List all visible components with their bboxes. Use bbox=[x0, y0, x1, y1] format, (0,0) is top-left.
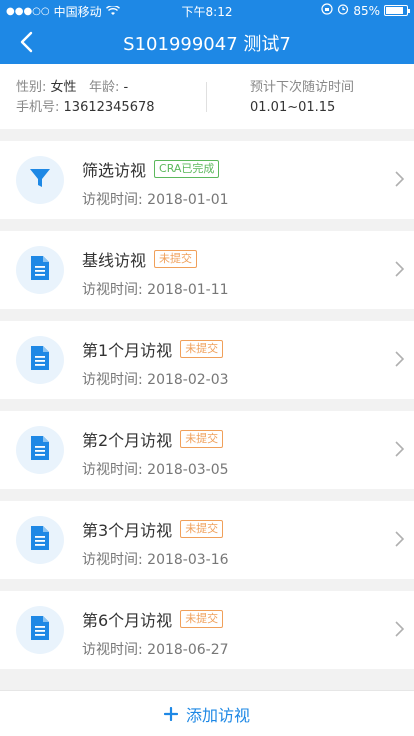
visit-card[interactable]: 第6个月访视 未提交访视时间: 2018-06-27 bbox=[0, 591, 414, 669]
visit-title: 第2个月访视 bbox=[82, 431, 173, 450]
visit-time: 2018-03-05 bbox=[147, 462, 229, 478]
status-bar: ●●●○○ 中国移动 下午8:12 85% bbox=[0, 0, 414, 20]
age-label: 年龄: bbox=[88, 80, 120, 95]
document-icon-circle bbox=[16, 246, 64, 294]
visit-time-row: 访视时间: 2018-03-05 bbox=[82, 459, 229, 479]
visit-title-row: 第2个月访视 未提交 bbox=[82, 427, 224, 451]
visit-card[interactable]: 筛选访视 CRA已完成 访视时间: 2018-01-01 bbox=[0, 141, 414, 219]
patient-info: 性别: 女性 年龄: - 手机号: 13612345678 预计下次随访时间 0… bbox=[0, 64, 414, 129]
document-icon bbox=[29, 255, 51, 285]
document-icon-circle bbox=[16, 516, 64, 564]
visit-time-label: 访视时间: bbox=[82, 372, 143, 388]
visit-time-row: 访视时间: 2018-01-01 bbox=[82, 189, 229, 209]
visit-title: 第1个月访视 bbox=[82, 341, 173, 360]
visit-title-row: 筛选访视 CRA已完成 bbox=[82, 157, 220, 181]
status-badge: CRA已完成 bbox=[154, 160, 220, 178]
gender-value: 女性 bbox=[50, 80, 77, 95]
visit-time-row: 访视时间: 2018-06-27 bbox=[82, 639, 229, 659]
visit-time-label: 访视时间: bbox=[82, 552, 143, 568]
divider bbox=[206, 82, 207, 112]
visit-list: 筛选访视 CRA已完成 访视时间: 2018-01-01 基线访视 未提交 访视时间: 2… bbox=[0, 141, 414, 681]
visit-title: 第3个月访视 bbox=[82, 521, 173, 540]
next-visit-label: 预计下次随访时间 bbox=[250, 80, 355, 95]
visit-title: 第6个月访视 bbox=[82, 611, 173, 630]
visit-time-label: 访视时间: bbox=[82, 642, 143, 658]
visit-title-row: 第6个月访视 未提交 bbox=[82, 607, 224, 631]
visit-time-row: 访视时间: 2018-03-16 bbox=[82, 549, 229, 569]
status-badge: 未提交 bbox=[154, 250, 198, 268]
chevron-right-icon bbox=[395, 351, 405, 371]
visit-time-row: 访视时间: 2018-01-11 bbox=[82, 279, 229, 299]
plus-icon bbox=[163, 706, 178, 721]
visit-title-row: 第3个月访视 未提交 bbox=[82, 517, 224, 541]
battery-percent: 85% bbox=[353, 3, 380, 18]
alarm-icon bbox=[337, 3, 349, 18]
status-badge: 未提交 bbox=[180, 340, 224, 358]
next-visit-value: 01.01~01.15 bbox=[250, 100, 336, 115]
visit-card[interactable]: 第2个月访视 未提交访视时间: 2018-03-05 bbox=[0, 411, 414, 489]
chevron-right-icon bbox=[395, 621, 405, 641]
orientation-lock-icon bbox=[321, 3, 333, 18]
chevron-right-icon bbox=[395, 531, 405, 551]
document-icon bbox=[29, 435, 51, 465]
document-icon bbox=[29, 525, 51, 555]
phone-label: 手机号: bbox=[16, 100, 60, 115]
status-right: 85% bbox=[321, 3, 410, 18]
document-icon-circle bbox=[16, 336, 64, 384]
filter-icon-circle bbox=[16, 156, 64, 204]
nav-bar: S101999047 测试7 bbox=[0, 20, 414, 64]
visit-card[interactable]: 基线访视 未提交 访视时间: 2018-01-11 bbox=[0, 231, 414, 309]
add-visit-button[interactable]: 添加访视 bbox=[0, 690, 414, 736]
patient-basic: 性别: 女性 年龄: - 手机号: 13612345678 bbox=[16, 78, 155, 118]
visit-time: 2018-01-11 bbox=[147, 282, 229, 298]
visit-title: 基线访视 bbox=[82, 251, 147, 270]
visit-time: 2018-02-03 bbox=[147, 372, 229, 388]
visit-title-row: 基线访视 未提交 bbox=[82, 247, 198, 271]
status-badge: 未提交 bbox=[180, 610, 224, 628]
visit-card[interactable]: 第3个月访视 未提交访视时间: 2018-03-16 bbox=[0, 501, 414, 579]
document-icon bbox=[29, 345, 51, 375]
gender-label: 性别: bbox=[16, 80, 47, 95]
add-visit-label: 添加访视 bbox=[185, 705, 250, 725]
document-icon-circle bbox=[16, 606, 64, 654]
visit-time-label: 访视时间: bbox=[82, 462, 143, 478]
status-badge: 未提交 bbox=[180, 520, 224, 538]
age-value: - bbox=[123, 80, 129, 95]
chevron-right-icon bbox=[395, 261, 405, 281]
document-icon-circle bbox=[16, 426, 64, 474]
visit-time-row: 访视时间: 2018-02-03 bbox=[82, 369, 229, 389]
battery-icon bbox=[384, 5, 410, 16]
visit-time: 2018-06-27 bbox=[147, 642, 229, 658]
visit-title: 筛选访视 bbox=[82, 161, 147, 180]
filter-icon bbox=[28, 166, 52, 194]
chevron-right-icon bbox=[395, 441, 405, 461]
visit-time: 2018-01-01 bbox=[147, 192, 229, 208]
chevron-right-icon bbox=[395, 171, 405, 191]
next-visit: 预计下次随访时间 01.01~01.15 bbox=[250, 78, 354, 118]
visit-title-row: 第1个月访视 未提交 bbox=[82, 337, 224, 361]
visit-time-label: 访视时间: bbox=[82, 192, 143, 208]
phone-value: 13612345678 bbox=[63, 100, 155, 115]
document-icon bbox=[29, 615, 51, 645]
visit-time: 2018-03-16 bbox=[147, 552, 229, 568]
visit-card[interactable]: 第1个月访视 未提交访视时间: 2018-02-03 bbox=[0, 321, 414, 399]
status-badge: 未提交 bbox=[180, 430, 224, 448]
visit-time-label: 访视时间: bbox=[82, 282, 143, 298]
page-title: S101999047 测试7 bbox=[123, 34, 291, 55]
